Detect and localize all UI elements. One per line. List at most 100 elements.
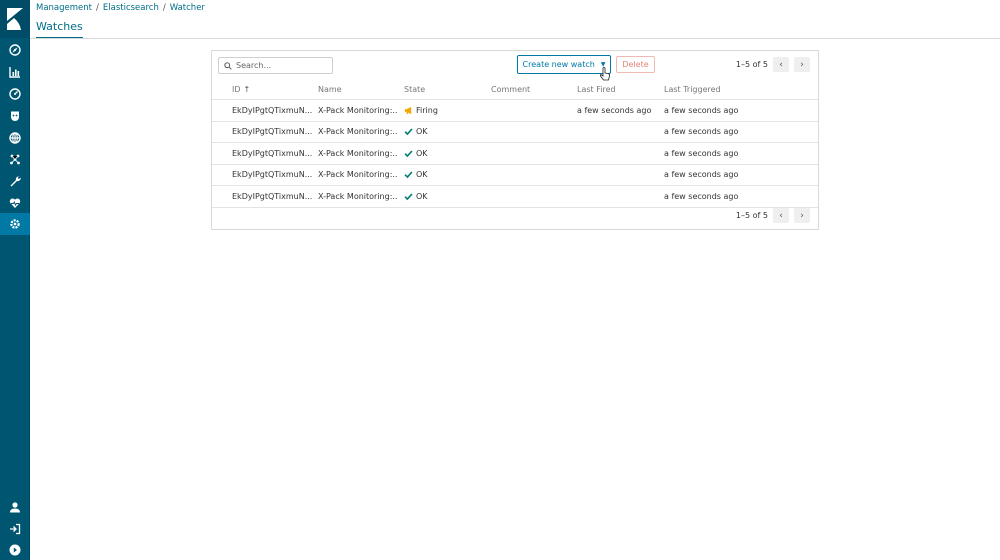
watches-table: ID ↑ Name State Comment Last Fired Last T… bbox=[212, 79, 818, 208]
column-header-id-label: ID bbox=[232, 84, 241, 94]
check-icon bbox=[404, 149, 413, 158]
chevron-right-icon: › bbox=[800, 210, 804, 221]
watch-name: X-Pack Monitoring:... bbox=[318, 148, 398, 158]
watch-state-label: OK bbox=[416, 127, 428, 137]
sidebar-item-collapse[interactable] bbox=[0, 539, 30, 560]
dashboard-icon bbox=[9, 88, 21, 100]
sort-ascending-icon: ↑ bbox=[243, 84, 251, 94]
watch-state: OK bbox=[404, 165, 484, 186]
check-icon bbox=[404, 127, 413, 136]
watch-comment bbox=[491, 143, 571, 164]
watch-name: X-Pack Monitoring:... bbox=[318, 191, 398, 201]
sidebar-item-discover[interactable] bbox=[0, 39, 30, 61]
watch-name: X-Pack Monitoring:... bbox=[318, 170, 398, 180]
megaphone-icon bbox=[404, 106, 413, 115]
next-page-button[interactable]: › bbox=[794, 208, 810, 223]
watch-state: OK bbox=[404, 143, 484, 164]
apm-icon bbox=[9, 132, 21, 144]
column-header-last-fired[interactable]: Last Fired bbox=[577, 79, 657, 99]
watch-id-link[interactable]: EkDyIPgtQTixmuN... bbox=[232, 186, 314, 207]
table-row[interactable]: EkDyIPgtQTixmuN... X-Pack Monitoring:...… bbox=[212, 186, 818, 208]
logout-icon bbox=[10, 523, 21, 535]
watch-comment bbox=[491, 165, 571, 186]
watch-state-label: OK bbox=[416, 170, 428, 180]
sidebar-item-apm[interactable] bbox=[0, 127, 30, 149]
tab-watches[interactable]: Watches bbox=[36, 20, 83, 39]
column-header-id[interactable]: ID ↑ bbox=[232, 79, 314, 99]
watch-last-fired bbox=[577, 122, 657, 143]
watch-last-fired bbox=[577, 165, 657, 186]
watches-panel: Create new watch ▼ Delete 1–5 of 5 ‹ › I… bbox=[211, 50, 819, 230]
header-divider bbox=[30, 38, 1000, 39]
column-header-comment[interactable]: Comment bbox=[491, 79, 571, 99]
table-row[interactable]: EkDyIPgtQTixmuN... X-Pack Monitoring:...… bbox=[212, 122, 818, 143]
chevron-left-icon: ‹ bbox=[779, 210, 783, 221]
table-row[interactable]: EkDyIPgtQTixmuN... X-Pack Monitoring:...… bbox=[212, 100, 818, 122]
user-icon bbox=[10, 502, 20, 513]
watch-name: X-Pack Monitoring:... bbox=[318, 127, 398, 137]
create-new-watch-button[interactable]: Create new watch ▼ bbox=[517, 55, 611, 74]
watch-state-label: Firing bbox=[416, 105, 438, 115]
breadcrumb-separator: / bbox=[96, 3, 99, 13]
sidebar-item-management[interactable] bbox=[0, 213, 30, 235]
sidebar-item-graph[interactable] bbox=[0, 148, 30, 170]
sidebar-item-dashboard[interactable] bbox=[0, 83, 30, 105]
watch-last-fired bbox=[577, 143, 657, 164]
table-row[interactable]: EkDyIPgtQTixmuN... X-Pack Monitoring:...… bbox=[212, 143, 818, 165]
sidebar-item-visualize[interactable] bbox=[0, 61, 30, 83]
sidebar-item-dev-tools[interactable] bbox=[0, 170, 30, 192]
breadcrumb-management[interactable]: Management bbox=[36, 3, 92, 13]
delete-button[interactable]: Delete bbox=[616, 56, 655, 73]
watch-state: OK bbox=[404, 122, 484, 143]
sidebar-item-timelion[interactable] bbox=[0, 105, 30, 127]
check-icon bbox=[404, 192, 413, 201]
watch-last-triggered: a few seconds ago bbox=[664, 148, 739, 158]
pagination-bottom: 1–5 of 5 ‹ › bbox=[736, 208, 810, 223]
sidebar-item-logout[interactable] bbox=[0, 518, 30, 540]
column-header-last-triggered[interactable]: Last Triggered bbox=[664, 79, 754, 99]
monitoring-icon bbox=[9, 198, 21, 208]
next-page-button[interactable]: › bbox=[794, 57, 810, 72]
watch-id-link[interactable]: EkDyIPgtQTixmuN... bbox=[232, 143, 314, 164]
toolbar: Create new watch ▼ Delete 1–5 of 5 ‹ › bbox=[212, 51, 818, 79]
table-row[interactable]: EkDyIPgtQTixmuN... X-Pack Monitoring:...… bbox=[212, 165, 818, 186]
timelion-icon bbox=[11, 111, 19, 121]
watch-last-triggered: a few seconds ago bbox=[664, 191, 739, 201]
discover-icon bbox=[9, 44, 21, 56]
sidebar-nav bbox=[0, 0, 30, 560]
check-icon bbox=[404, 170, 413, 179]
search-box[interactable] bbox=[218, 57, 333, 74]
pagination-label: 1–5 of 5 bbox=[735, 60, 768, 69]
previous-page-button[interactable]: ‹ bbox=[773, 57, 789, 72]
previous-page-button[interactable]: ‹ bbox=[773, 208, 789, 223]
watch-name: X-Pack Monitoring:... bbox=[318, 105, 398, 115]
column-header-name[interactable]: Name bbox=[318, 79, 398, 99]
watch-comment bbox=[491, 122, 571, 143]
breadcrumb-watcher[interactable]: Watcher bbox=[170, 3, 205, 13]
sidebar-item-monitoring[interactable] bbox=[0, 192, 30, 214]
watch-state: OK bbox=[404, 186, 484, 207]
kibana-logo-icon bbox=[7, 8, 23, 30]
watch-id-link[interactable]: EkDyIPgtQTixmuN... bbox=[232, 165, 314, 186]
watch-last-fired: a few seconds ago bbox=[577, 105, 652, 115]
pagination-top: 1–5 of 5 ‹ › bbox=[736, 57, 810, 72]
table-header-row: ID ↑ Name State Comment Last Fired Last T… bbox=[212, 79, 818, 100]
pagination-label: 1–5 of 5 bbox=[735, 211, 768, 220]
visualize-icon bbox=[9, 67, 20, 78]
watch-comment bbox=[491, 186, 571, 207]
breadcrumb-separator: / bbox=[162, 3, 166, 13]
hand-cursor-icon bbox=[599, 67, 610, 81]
chevron-right-icon: › bbox=[800, 59, 804, 70]
watch-state: Firing bbox=[404, 100, 484, 121]
sidebar-item-user[interactable] bbox=[0, 496, 30, 518]
breadcrumb-elasticsearch[interactable]: Elasticsearch bbox=[103, 3, 159, 13]
watch-id-link[interactable]: EkDyIPgtQTixmuN... bbox=[232, 122, 314, 143]
column-header-state[interactable]: State bbox=[404, 79, 484, 99]
watch-last-triggered: a few seconds ago bbox=[664, 127, 739, 137]
search-input[interactable] bbox=[236, 61, 331, 70]
search-icon bbox=[224, 61, 232, 70]
chevron-left-icon: ‹ bbox=[779, 59, 783, 70]
watch-state-label: OK bbox=[416, 148, 428, 158]
kibana-logo[interactable] bbox=[0, 0, 30, 38]
watch-id-link[interactable]: EkDyIPgtQTixmuN... bbox=[232, 100, 314, 121]
